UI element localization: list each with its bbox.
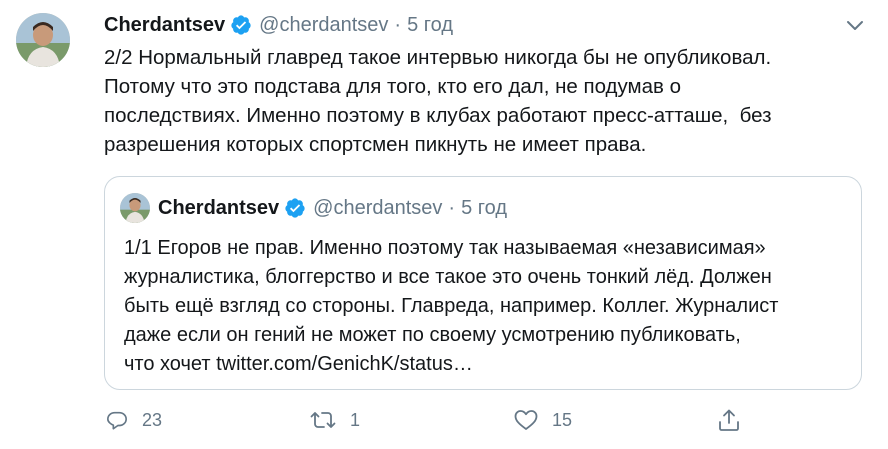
quoted-author-name: Cherdantsev xyxy=(158,196,280,219)
verified-badge-icon xyxy=(230,14,252,36)
quoted-avatar xyxy=(120,193,150,223)
reply-count: 23 xyxy=(142,409,163,430)
separator-dot: · xyxy=(394,13,402,36)
like-count: 15 xyxy=(552,409,573,430)
separator-dot: · xyxy=(448,196,456,219)
action-bar: 23 1 15 xyxy=(104,405,764,435)
quoted-author-handle: @cherdantsev xyxy=(313,196,443,219)
reply-icon xyxy=(107,411,127,430)
share-icon xyxy=(719,409,739,431)
quoted-tweet[interactable]: Cherdantsev @cherdantsev · 5 год 1/1 Его… xyxy=(104,176,862,390)
quoted-tweet-header: Cherdantsev @cherdantsev · 5 год xyxy=(120,193,507,223)
reply-button[interactable]: 23 xyxy=(106,405,162,435)
share-button[interactable] xyxy=(718,405,740,435)
quoted-tweet-text: 1/1 Егоров не прав. Именно поэтому так н… xyxy=(124,237,779,375)
retweet-icon xyxy=(310,412,336,428)
tweet-header: Cherdantsev @cherdantsev · 5 год xyxy=(104,12,453,38)
author-handle[interactable]: @cherdantsev xyxy=(259,14,388,37)
quoted-timestamp: 5 год xyxy=(461,196,507,219)
like-button[interactable]: 15 xyxy=(514,405,572,435)
retweet-count: 1 xyxy=(350,409,361,430)
more-options-button[interactable] xyxy=(842,13,868,39)
heart-icon xyxy=(514,410,538,430)
tweet-timestamp[interactable]: 5 год xyxy=(407,14,453,37)
verified-badge-icon xyxy=(284,197,306,219)
author-name[interactable]: Cherdantsev xyxy=(104,14,225,37)
avatar[interactable] xyxy=(16,13,70,67)
tweet-text: 2/2 Нормальный главред такое интервью ни… xyxy=(104,46,772,156)
chevron-down-icon xyxy=(847,21,863,30)
retweet-button[interactable]: 1 xyxy=(310,405,360,435)
